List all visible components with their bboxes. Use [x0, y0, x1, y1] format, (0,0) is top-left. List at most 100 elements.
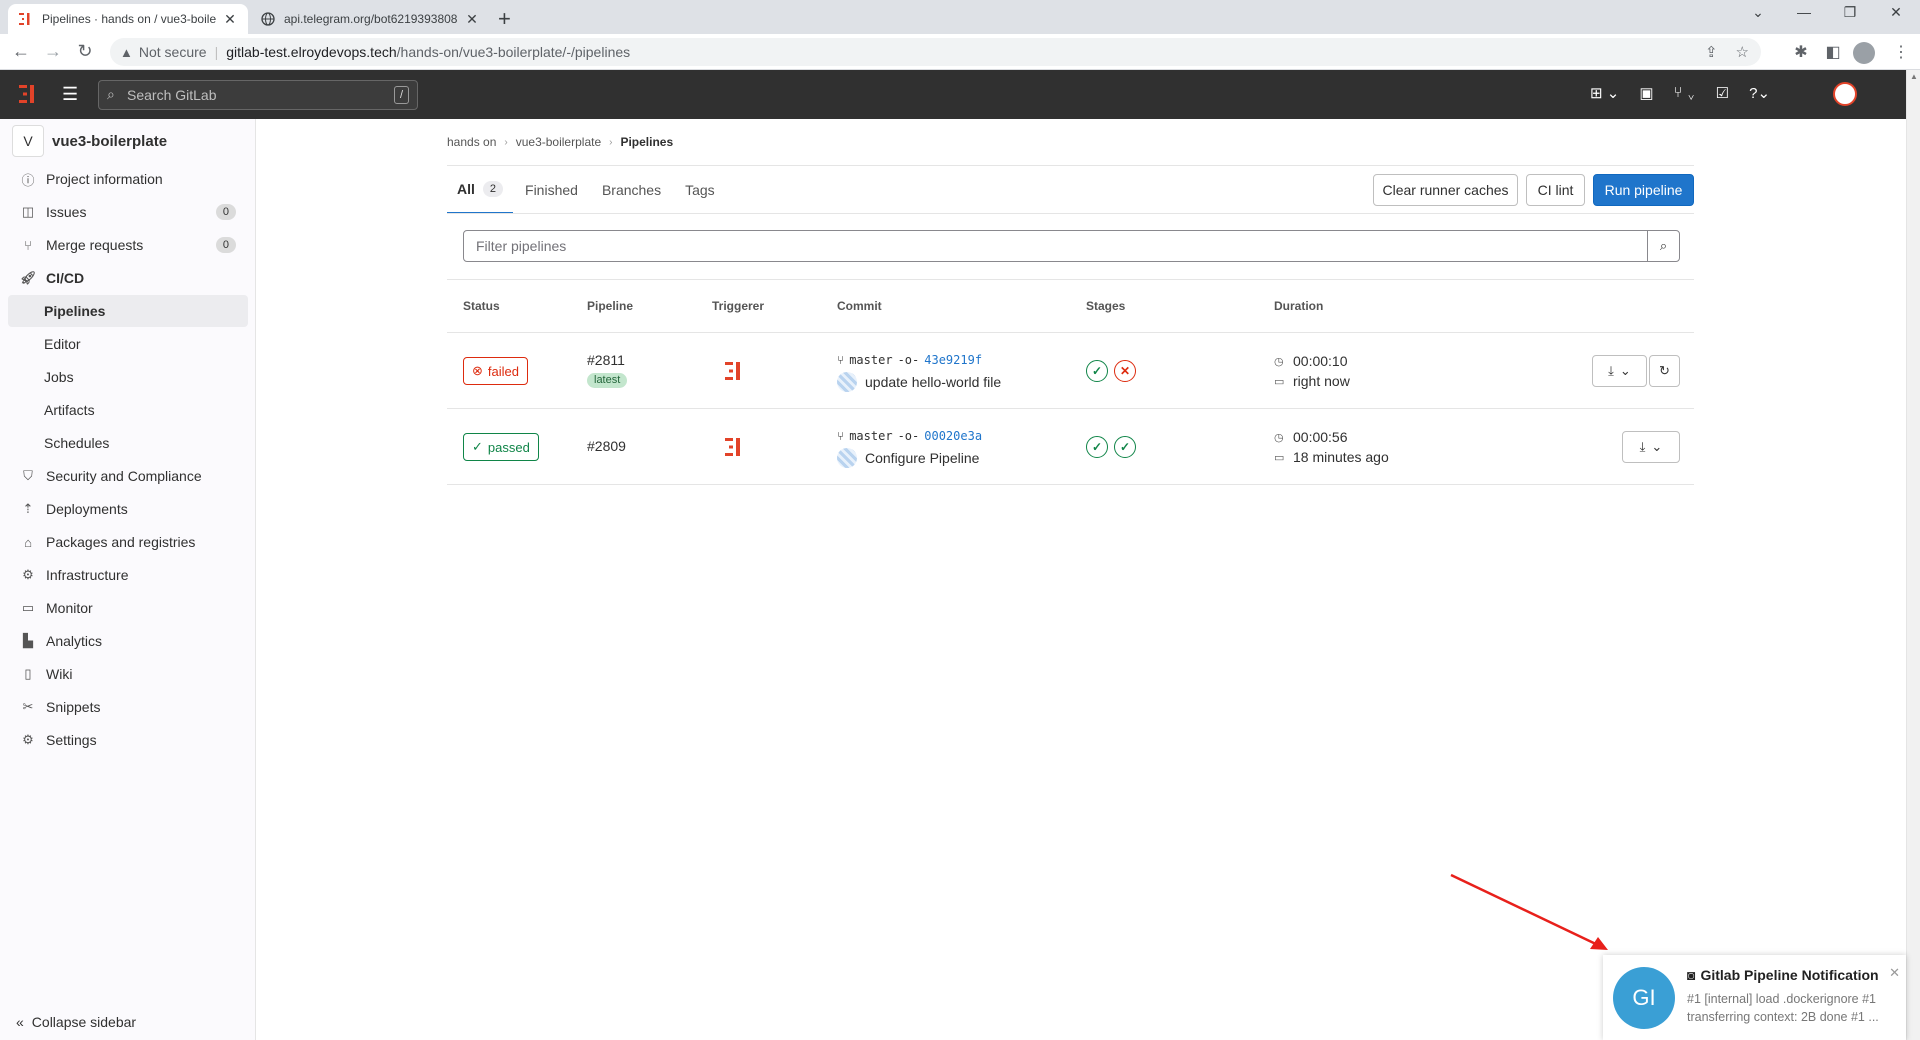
cloud-gear-icon: ⚙ — [22, 567, 34, 582]
retry-button[interactable]: ↻ — [1649, 355, 1680, 387]
help-icon[interactable]: ?⌄ — [1749, 84, 1770, 102]
tab-finished[interactable]: Finished — [513, 166, 590, 214]
back-icon[interactable]: ← — [10, 41, 32, 62]
triggerer-avatar[interactable] — [724, 437, 744, 457]
ci-lint-button[interactable]: CI lint — [1526, 174, 1585, 206]
pipeline-id-link[interactable]: #2811 — [587, 352, 625, 368]
commit-sha-link[interactable]: 43e9219f — [924, 353, 982, 367]
breadcrumb: hands on › vue3-boilerplate › Pipelines — [447, 135, 673, 149]
clear-runner-caches-button[interactable]: Clear runner caches — [1373, 174, 1518, 206]
stage-passed-icon[interactable]: ✓ — [1114, 436, 1136, 458]
restore-icon[interactable]: ❐ — [1838, 4, 1862, 21]
tab-search-icon[interactable]: ⌄ — [1746, 4, 1770, 21]
stage-failed-icon[interactable]: ✕ — [1114, 360, 1136, 382]
collapse-sidebar-button[interactable]: « Collapse sidebar — [16, 1014, 136, 1030]
minimize-icon[interactable]: — — [1792, 4, 1816, 20]
reload-icon[interactable]: ↻ — [74, 41, 96, 62]
stage-passed-icon[interactable]: ✓ — [1086, 436, 1108, 458]
tab-branches[interactable]: Branches — [590, 166, 673, 214]
sidebar-item-security[interactable]: ⛉ Security and Compliance — [8, 460, 248, 492]
status-badge[interactable]: ✓ passed — [463, 433, 539, 461]
status-badge[interactable]: ⊗ failed — [463, 357, 528, 385]
user-avatar[interactable] — [1833, 82, 1857, 106]
extensions-icon[interactable]: ✱ — [1790, 42, 1812, 62]
url-field[interactable]: ▲ Not secure | gitlab-test.elroydevops.t… — [110, 38, 1761, 66]
breadcrumb-current[interactable]: Pipelines — [620, 135, 673, 149]
hamburger-menu-icon[interactable]: ☰ — [62, 84, 78, 105]
bookmark-star-icon[interactable]: ☆ — [1736, 43, 1749, 61]
branch-link[interactable]: master — [849, 353, 892, 367]
scroll-up-icon[interactable]: ▲ — [1910, 72, 1918, 81]
author-avatar[interactable] — [837, 372, 857, 392]
side-panel-icon[interactable]: ◧ — [1822, 42, 1844, 62]
profile-avatar[interactable] — [1853, 42, 1875, 64]
download-artifacts-dropdown[interactable]: ⤓ ⌄ — [1592, 355, 1647, 387]
download-artifacts-dropdown[interactable]: ⤓ ⌄ — [1622, 431, 1680, 463]
sidebar-item-wiki[interactable]: ▯ Wiki — [8, 658, 248, 690]
commit-sha-link[interactable]: 00020e3a — [924, 429, 982, 443]
sidebar-item-settings[interactable]: ⚙ Settings — [8, 724, 248, 756]
commit-title-link[interactable]: Configure Pipeline — [865, 450, 979, 466]
branch-link[interactable]: master — [849, 429, 892, 443]
sidebar-item-editor[interactable]: Editor — [8, 328, 248, 360]
search-placeholder: Search GitLab — [127, 87, 217, 103]
create-new-icon[interactable]: ⊞ ⌄ — [1590, 84, 1619, 102]
close-tab-icon[interactable]: ✕ — [464, 11, 480, 28]
project-avatar: V — [12, 125, 44, 157]
sidebar-item-analytics[interactable]: ▙ Analytics — [8, 625, 248, 657]
sidebar-item-project-information[interactable]: ⓘ Project information — [8, 163, 248, 195]
sidebar-item-label: Infrastructure — [46, 567, 129, 583]
search-button[interactable]: ⌕ — [1647, 230, 1680, 262]
sidebar-item-monitor[interactable]: ▭ Monitor — [8, 592, 248, 624]
close-window-icon[interactable]: ✕ — [1884, 4, 1908, 21]
share-icon[interactable]: ⇪ — [1705, 43, 1718, 61]
close-tab-icon[interactable]: ✕ — [222, 11, 238, 28]
browser-tab-telegram[interactable]: api.telegram.org/bot6219393808 ✕ — [250, 4, 490, 34]
close-notification-icon[interactable]: ✕ — [1889, 965, 1900, 981]
merge-requests-top-icon[interactable]: ⑂ ⌄ — [1674, 84, 1696, 102]
pipeline-id-link[interactable]: #2809 — [587, 438, 626, 454]
commit-title-link[interactable]: update hello-world file — [865, 374, 1001, 390]
column-header-pipeline: Pipeline — [587, 299, 634, 313]
tab-tags[interactable]: Tags — [673, 166, 727, 214]
sidebar-item-label: Jobs — [44, 369, 74, 385]
author-avatar[interactable] — [837, 448, 857, 468]
triggerer-avatar[interactable] — [724, 361, 744, 381]
stage-passed-icon[interactable]: ✓ — [1086, 360, 1108, 382]
sidebar-item-jobs[interactable]: Jobs — [8, 361, 248, 393]
sidebar-item-artifacts[interactable]: Artifacts — [8, 394, 248, 426]
sidebar-item-merge-requests[interactable]: ⑂ Merge requests 0 — [8, 229, 248, 261]
issues-count-badge: 0 — [215, 204, 236, 220]
notification-avatar: GI — [1613, 967, 1675, 1029]
divider — [447, 213, 1694, 214]
desktop-notification[interactable]: GI ◙ Gitlab Pipeline Notification #1 [in… — [1603, 955, 1906, 1040]
forward-icon[interactable]: → — [42, 41, 64, 62]
breadcrumb-group[interactable]: hands on — [447, 135, 496, 149]
sidebar-item-deployments[interactable]: ⇡ Deployments — [8, 493, 248, 525]
row-divider — [447, 408, 1694, 409]
sidebar-item-pipelines[interactable]: Pipelines — [8, 295, 248, 327]
chevron-right-icon: › — [609, 136, 613, 148]
browser-tab-pipelines[interactable]: Pipelines · hands on / vue3-boile ✕ — [8, 4, 248, 34]
todo-icon[interactable]: ☑ — [1716, 84, 1729, 102]
project-header[interactable]: V vue3-boilerplate — [12, 125, 167, 157]
gitlab-logo-icon[interactable] — [18, 84, 38, 104]
tab-all[interactable]: All 2 — [447, 166, 514, 214]
new-tab-icon[interactable]: + — [498, 6, 511, 32]
breadcrumb-project[interactable]: vue3-boilerplate — [516, 135, 601, 149]
filter-pipelines-input[interactable]: Filter pipelines — [463, 230, 1648, 262]
search-gitlab-input[interactable]: ⌕ Search GitLab / — [98, 80, 418, 110]
bot-icon: ◙ — [1687, 967, 1696, 983]
sidebar-item-issues[interactable]: ◫ Issues 0 — [8, 196, 248, 228]
issues-top-icon[interactable]: ▣ — [1639, 84, 1653, 102]
download-icon: ⤓ — [1608, 363, 1614, 378]
sidebar-item-cicd[interactable]: 🚀︎ CI/CD — [8, 262, 248, 294]
sidebar-item-snippets[interactable]: ✂ Snippets — [8, 691, 248, 723]
sidebar-item-packages[interactable]: ⌂ Packages and registries — [8, 526, 248, 558]
sidebar-item-infrastructure[interactable]: ⚙ Infrastructure — [8, 559, 248, 591]
issues-icon: ◫ — [21, 204, 35, 219]
page-scrollbar[interactable]: ▲ — [1906, 70, 1920, 1040]
menu-kebab-icon[interactable]: ⋮ — [1890, 42, 1912, 62]
run-pipeline-button[interactable]: Run pipeline — [1593, 174, 1694, 206]
sidebar-item-schedules[interactable]: Schedules — [8, 427, 248, 459]
